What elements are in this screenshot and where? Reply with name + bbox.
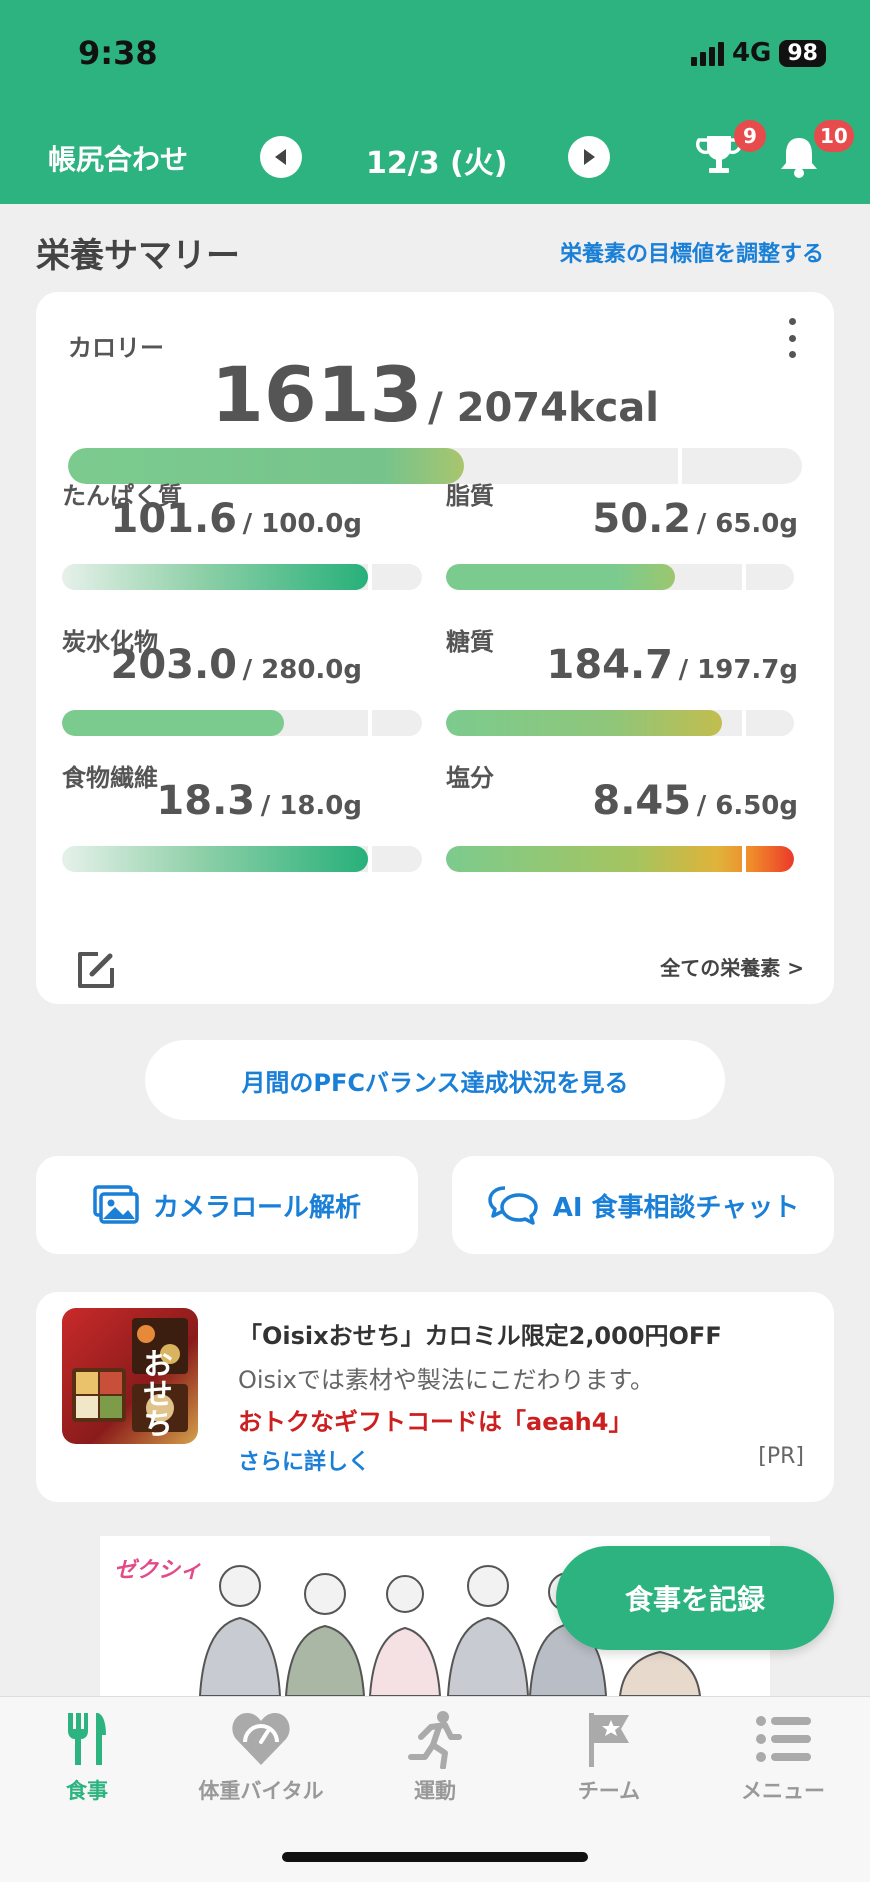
all-nutrients-link[interactable]: 全ての栄養素 >: [660, 952, 804, 981]
ad-description: Oisixでは素材や製法にこだわります。: [238, 1366, 655, 1394]
nutrient-progress-bar: [62, 564, 422, 590]
nutrient-readout: 8.45 / 6.50g: [592, 778, 798, 824]
camera-roll-label: カメラロール解析: [152, 1192, 361, 1223]
tab-team[interactable]: チーム: [522, 1709, 696, 1805]
pfc-balance-button[interactable]: 月間のPFCバランス達成状況を見る: [145, 1040, 725, 1120]
app-header: 9:38 4G 98 帳尻合わせ 12/3 (火) 9 10: [0, 0, 870, 204]
network-type: 4G: [731, 38, 772, 68]
home-indicator: [282, 1852, 588, 1862]
nutrient-target: / 6.50g: [696, 791, 798, 821]
chevron-left-icon: [275, 149, 286, 165]
tab-label: 食事: [66, 1779, 108, 1803]
flag-icon: [589, 1713, 629, 1767]
nutrient-progress-fill: [62, 710, 284, 736]
camera-roll-button[interactable]: カメラロール解析: [36, 1156, 418, 1254]
reconcile-button[interactable]: 帳尻合わせ: [48, 138, 188, 178]
calorie-target-mark: [678, 448, 682, 484]
nutrient-target: / 18.0g: [260, 791, 362, 821]
next-date-button[interactable]: [568, 136, 610, 178]
nutrient-readout: 203.0 / 280.0g: [110, 642, 362, 688]
tab-label: チーム: [577, 1779, 641, 1803]
status-time: 9:38: [78, 34, 158, 72]
nutrient-value: 203.0: [110, 642, 238, 688]
tab-meal[interactable]: 食事: [0, 1709, 174, 1805]
nutrient-target-mark: [368, 710, 372, 736]
ad-thumbnail: おせち: [62, 1308, 198, 1444]
nutrient-target-mark: [742, 564, 746, 590]
nutrient-progress-bar: [62, 710, 422, 736]
nutrient-value: 8.45: [592, 778, 692, 824]
nutrient-target: / 100.0g: [242, 509, 362, 539]
photo-gallery-icon: [93, 1185, 139, 1224]
tab-label: メニュー: [741, 1779, 825, 1803]
trophy-button[interactable]: 9: [694, 120, 766, 182]
prev-date-button[interactable]: [260, 136, 302, 178]
nutrient-target-mark: [742, 710, 746, 736]
nutrient-name: 脂質: [446, 482, 494, 510]
tab-weight-vitals[interactable]: 体重バイタル: [174, 1709, 348, 1805]
nutrient-target: / 197.7g: [678, 655, 798, 685]
nutrient-progress-fill: [62, 846, 368, 872]
edit-icon[interactable]: [74, 948, 118, 992]
ad-more-link[interactable]: さらに詳しく: [238, 1444, 370, 1476]
nutrient-target: / 65.0g: [696, 509, 798, 539]
notification-badge: 10: [814, 120, 854, 152]
status-indicators: 4G 98: [690, 38, 826, 68]
date-nav: 帳尻合わせ 12/3 (火) 9 10: [0, 120, 870, 184]
nutrient-name: 食物繊維: [62, 764, 158, 792]
nutrient-readout: 50.2 / 65.0g: [592, 496, 798, 542]
heart-scale-icon: [232, 1713, 290, 1765]
nutrient-readout: 18.3 / 18.0g: [156, 778, 362, 824]
tab-exercise[interactable]: 運動: [348, 1709, 522, 1805]
nutrient-progress-bar: [446, 710, 794, 736]
nutrient-name: 塩分: [446, 764, 494, 792]
trophy-badge: 9: [734, 120, 766, 152]
record-meal-button[interactable]: 食事を記録: [556, 1546, 834, 1650]
tab-label: 体重バイタル: [198, 1779, 324, 1803]
adjust-targets-link[interactable]: 栄養素の目標値を調整する: [560, 236, 824, 268]
nutrient-progress-fill: [446, 710, 722, 736]
nutrient-value: 18.3: [156, 778, 256, 824]
nutrient-name: 糖質: [446, 628, 494, 656]
ad-thumb-text: おせち: [137, 1348, 172, 1438]
ai-chat-label: AI 食事相談チャット: [552, 1192, 800, 1223]
signal-icon: [690, 40, 724, 66]
calorie-target: / 2074kcal: [428, 385, 659, 431]
ad-gift-code: おトクなギフトコードは「aeah4」: [238, 1408, 633, 1436]
nutrient-target-mark: [368, 846, 372, 872]
section-title: 栄養サマリー: [36, 236, 240, 276]
battery-level: 98: [779, 39, 826, 67]
chat-bubbles-icon: [487, 1186, 538, 1225]
ad-pr-label: [PR]: [758, 1444, 804, 1469]
ad-card[interactable]: おせち 「Oisixおせち」カロミル限定2,000円OFF Oisixでは素材や…: [36, 1292, 834, 1502]
notification-button[interactable]: 10: [776, 120, 854, 182]
calorie-readout: 1613 / 2074kcal: [36, 350, 834, 439]
nutrient-progress-bar: [62, 846, 422, 872]
nutrient-value: 101.6: [110, 496, 238, 542]
nutrient-readout: 184.7 / 197.7g: [546, 642, 798, 688]
nutrient-target-mark: [742, 846, 746, 872]
calorie-value: 1613: [211, 350, 423, 439]
nutrient-progress-bar: [446, 564, 794, 590]
nutrient-target-mark: [368, 564, 372, 590]
runner-icon: [408, 1711, 462, 1769]
nutrient-progress-bar: [446, 846, 794, 872]
ai-chat-button[interactable]: AI 食事相談チャット: [452, 1156, 834, 1254]
ad-title: 「Oisixおせち」カロミル限定2,000円OFF: [238, 1322, 722, 1350]
nutrient-target: / 280.0g: [242, 655, 362, 685]
menu-list-icon: [756, 1716, 811, 1762]
fork-knife-icon: [68, 1713, 106, 1765]
nutrition-summary-card: カロリー 1613 / 2074kcal たんぱく質 101.6 / 100.0g…: [36, 292, 834, 1004]
nutrient-progress-fill: [446, 564, 675, 590]
tab-label: 運動: [414, 1779, 456, 1803]
chevron-right-icon: [584, 149, 595, 165]
current-date[interactable]: 12/3 (火): [366, 138, 507, 182]
nutrient-progress-fill: [62, 564, 368, 590]
tab-menu[interactable]: メニュー: [696, 1709, 870, 1805]
nutrient-value: 184.7: [546, 642, 674, 688]
nutrient-readout: 101.6 / 100.0g: [110, 496, 362, 542]
osechi-image: [72, 1318, 188, 1432]
nutrient-value: 50.2: [592, 496, 692, 542]
